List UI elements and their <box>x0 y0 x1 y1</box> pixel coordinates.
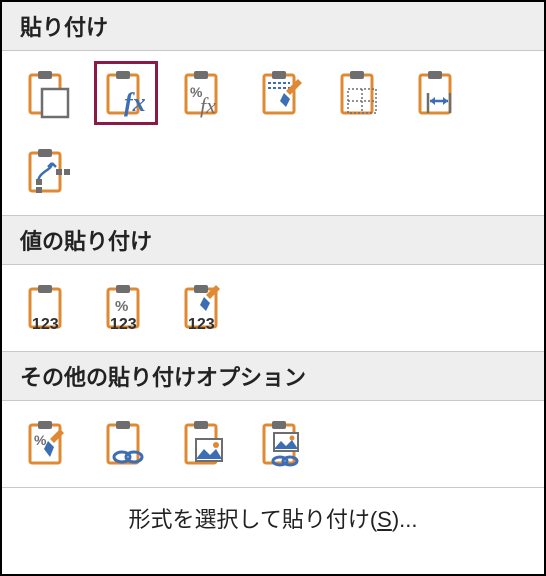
clipboard-percent-brush-icon: % <box>22 417 74 469</box>
section-header-paste: 貼り付け <box>2 2 544 51</box>
section-header-other-paste: その他の貼り付けオプション <box>2 352 544 401</box>
paste-keep-source-formatting-button[interactable] <box>250 61 314 125</box>
paste-values-button[interactable]: 123 <box>16 275 80 339</box>
clipboard-brush-icon <box>256 67 308 119</box>
paste-values-number-formatting-button[interactable]: % 123 <box>94 275 158 339</box>
paste-formulas-number-formatting-button[interactable]: % fx <box>172 61 236 125</box>
svg-text:fx: fx <box>124 88 146 117</box>
paste-linked-picture-button[interactable] <box>250 411 314 475</box>
clipboard-paste-icon <box>22 67 74 119</box>
section-header-paste-values: 値の貼り付け <box>2 216 544 265</box>
paste-special-label-prefix: 形式を選択して貼り付け( <box>128 507 377 532</box>
paste-no-borders-button[interactable] <box>328 61 392 125</box>
clipboard-percent-fx-icon: % fx <box>178 67 230 119</box>
clipboard-link-icon <box>100 417 152 469</box>
paste-icon-grid: fx % fx <box>2 51 544 216</box>
section-title: その他の貼り付けオプション <box>20 365 306 390</box>
clipboard-transpose-icon <box>22 145 74 197</box>
paste-values-source-formatting-button[interactable]: 123 <box>172 275 236 339</box>
clipboard-brush-123-icon: 123 <box>178 281 230 333</box>
paste-special-label-suffix: )... <box>392 507 418 532</box>
clipboard-linked-picture-icon <box>256 417 308 469</box>
paste-link-button[interactable] <box>94 411 158 475</box>
svg-text:%: % <box>34 432 47 448</box>
paste-all-button[interactable] <box>16 61 80 125</box>
paste-formatting-button[interactable]: % <box>16 411 80 475</box>
svg-text:123: 123 <box>32 316 59 333</box>
clipboard-percent-123-icon: % 123 <box>100 281 152 333</box>
clipboard-no-border-icon <box>334 67 386 119</box>
paste-picture-button[interactable] <box>172 411 236 475</box>
paste-special-hotkey: S <box>377 507 392 532</box>
section-title: 値の貼り付け <box>20 229 152 254</box>
svg-text:fx: fx <box>200 93 216 118</box>
paste-special-item[interactable]: 形式を選択して貼り付け(S)... <box>2 488 544 548</box>
svg-text:123: 123 <box>110 316 137 333</box>
section-title: 貼り付け <box>20 15 108 40</box>
paste-formulas-button[interactable]: fx <box>94 61 158 125</box>
other-paste-icon-grid: % <box>2 401 544 488</box>
paste-keep-column-widths-button[interactable] <box>406 61 470 125</box>
svg-text:%: % <box>115 298 128 315</box>
clipboard-fx-icon: fx <box>100 67 152 119</box>
clipboard-picture-icon <box>178 417 230 469</box>
svg-text:123: 123 <box>188 316 215 333</box>
clipboard-column-width-icon <box>412 67 464 119</box>
paste-transpose-button[interactable] <box>16 139 80 203</box>
clipboard-123-icon: 123 <box>22 281 74 333</box>
paste-values-icon-grid: 123 % 123 123 <box>2 265 544 352</box>
